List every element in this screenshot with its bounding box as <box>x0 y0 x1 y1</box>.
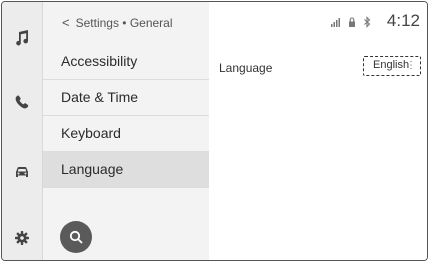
clock-time: 4:12 <box>386 11 420 30</box>
breadcrumb-path: Settings • General <box>75 16 173 30</box>
status-bar: 4:12 <box>310 11 420 33</box>
language-value: English <box>373 59 410 71</box>
menu-item-accessibility[interactable]: Accessibility <box>43 43 209 79</box>
back-chevron-icon[interactable]: < <box>62 15 70 30</box>
more-options-icon: ⋮ <box>406 60 416 71</box>
menu-divider <box>43 187 209 188</box>
music-icon[interactable] <box>12 28 32 48</box>
bluetooth-icon <box>364 16 371 28</box>
detail-pane: 4:12 Language English ⋮ <box>210 2 427 260</box>
screen-frame: < Settings • General Accessibility Date &… <box>1 1 428 261</box>
menu-item-date-time[interactable]: Date & Time <box>43 79 209 115</box>
phone-icon[interactable] <box>12 92 32 112</box>
icon-rail <box>2 2 43 260</box>
gear-icon[interactable] <box>12 228 32 248</box>
search-button[interactable] <box>60 221 92 253</box>
menu-item-language[interactable]: Language <box>43 151 209 187</box>
lock-icon <box>349 17 355 27</box>
settings-menu: < Settings • General Accessibility Date &… <box>43 2 209 260</box>
language-label: Language <box>219 61 273 75</box>
breadcrumb[interactable]: < Settings • General <box>62 15 173 30</box>
signal-icon <box>331 18 340 27</box>
menu-item-keyboard[interactable]: Keyboard <box>43 115 209 151</box>
search-icon <box>69 230 83 244</box>
car-icon[interactable] <box>12 162 32 182</box>
language-select-button[interactable]: English ⋮ <box>363 56 421 76</box>
